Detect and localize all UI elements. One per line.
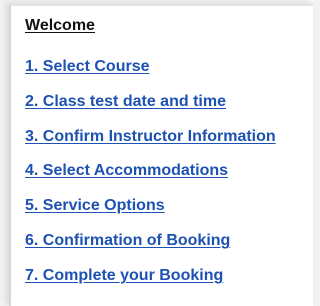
step-link-confirm-instructor[interactable]: 3. Confirm Instructor Information — [25, 128, 276, 146]
welcome-heading: Welcome — [25, 17, 95, 34]
step-link-complete-booking[interactable]: 7. Complete your Booking — [25, 267, 223, 285]
step-link-service-options[interactable]: 5. Service Options — [25, 197, 165, 215]
step-link-confirmation-of-booking[interactable]: 6. Confirmation of Booking — [25, 232, 230, 250]
step-link-select-accommodations[interactable]: 4. Select Accommodations — [25, 162, 228, 180]
booking-steps-panel: Welcome 1. Select Course 2. Class test d… — [9, 4, 313, 306]
step-link-class-test-date-time[interactable]: 2. Class test date and time — [25, 93, 226, 111]
step-link-select-course[interactable]: 1. Select Course — [25, 58, 150, 76]
